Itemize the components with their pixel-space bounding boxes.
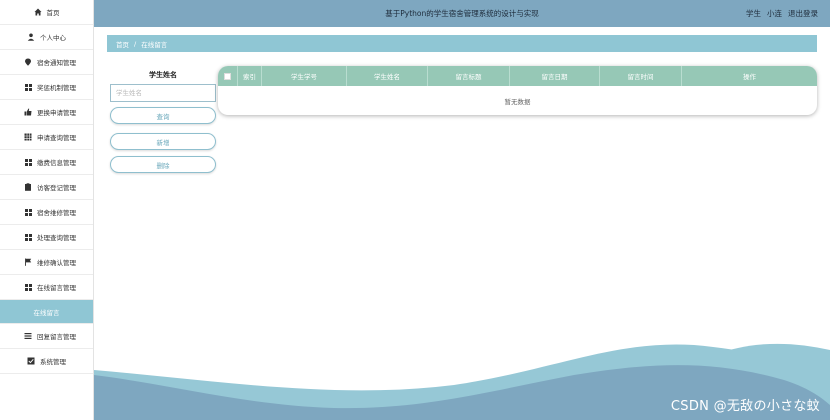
- breadcrumb-current: 在线留言: [141, 40, 168, 49]
- table-header: 索引 学生学号 学生姓名 留言标题 留言日期 留言时间 操作: [218, 66, 817, 86]
- sidebar-item-label: 处理查询管理: [37, 234, 76, 242]
- sidebar-item-label: 申请查询管理: [37, 134, 76, 142]
- sidebar-item-visitor[interactable]: 访客登记管理: [0, 175, 93, 200]
- top-header: 基于Python的学生宿舍管理系统的设计与实现 学生 小连 退出登录: [94, 0, 830, 27]
- sidebar-item-label: 首页: [46, 9, 60, 17]
- user-area: 学生 小连 退出登录: [746, 8, 818, 19]
- sidebar-item-repair-confirm[interactable]: 维修确认管理: [0, 250, 93, 275]
- sidebar-item-label: 回复留言管理: [37, 333, 76, 341]
- select-all-cell: [218, 66, 238, 86]
- sidebar-subitem-label: 在线留言: [33, 308, 60, 317]
- student-name-input[interactable]: [110, 84, 216, 102]
- checkbox-icon: [27, 357, 35, 365]
- sidebar-item-reply[interactable]: 回复留言管理: [0, 324, 93, 349]
- watermark: CSDN @无敌の小さな蚊: [670, 399, 820, 414]
- breadcrumb-separator: /: [134, 39, 137, 48]
- delete-button[interactable]: 删除: [110, 156, 216, 173]
- sidebar-subitem-online-message[interactable]: 在线留言: [0, 300, 93, 324]
- select-all-checkbox[interactable]: [224, 72, 231, 80]
- sidebar-item-label: 访客登记管理: [37, 184, 76, 192]
- logout-link[interactable]: 退出登录: [788, 8, 818, 19]
- sidebar-item-process-query[interactable]: 处理查询管理: [0, 225, 93, 250]
- empty-state: 暂无数据: [504, 97, 531, 106]
- sidebar-item-home[interactable]: 首页: [0, 0, 93, 25]
- grid-icon: [24, 208, 32, 216]
- column-header: 操作: [743, 73, 756, 81]
- column-header: 留言时间: [600, 66, 682, 86]
- person-icon: [27, 33, 35, 41]
- table-icon: [24, 133, 32, 141]
- sidebar: 首页 个人中心 宿舍通知管理 奖惩机制管理 更换申请管理 申请查询管理 缴费信息…: [0, 0, 94, 420]
- app-title: 基于Python的学生宿舍管理系统的设计与实现: [385, 9, 539, 18]
- message-table: 索引 学生学号 学生姓名 留言标题 留言日期 留言时间 操作 暂无数据: [218, 66, 817, 115]
- sidebar-item-label: 奖惩机制管理: [37, 84, 76, 92]
- clipboard-icon: [24, 183, 32, 191]
- user-name: 小连: [767, 9, 782, 18]
- grid-icon: [24, 158, 32, 166]
- sidebar-item-label: 更换申请管理: [37, 109, 76, 117]
- sidebar-item-label: 维修确认管理: [37, 259, 76, 267]
- sidebar-item-payment[interactable]: 缴费信息管理: [0, 150, 93, 175]
- sidebar-item-label: 宿舍通知管理: [37, 59, 76, 67]
- column-header: 学生学号: [262, 66, 347, 86]
- column-header: 索引: [238, 66, 262, 86]
- sidebar-item-label: 缴费信息管理: [37, 159, 76, 167]
- grid-icon: [24, 283, 32, 291]
- list-icon: [24, 332, 32, 340]
- sidebar-item-request-query[interactable]: 申请查询管理: [0, 125, 93, 150]
- column-header: 留言日期: [510, 66, 600, 86]
- flag-icon: [24, 258, 32, 266]
- column-header: 留言标题: [428, 66, 510, 86]
- student-name-label: 学生姓名: [149, 71, 177, 79]
- sidebar-item-reward-punish[interactable]: 奖惩机制管理: [0, 75, 93, 100]
- user-role: 学生: [746, 9, 761, 18]
- thumbs-up-icon: [24, 108, 32, 116]
- sidebar-item-system[interactable]: 系统管理: [0, 349, 93, 374]
- breadcrumb: 首页 / 在线留言: [107, 35, 817, 52]
- grid-icon: [24, 83, 32, 91]
- add-button[interactable]: 新增: [110, 133, 216, 150]
- sidebar-item-change-request[interactable]: 更换申请管理: [0, 100, 93, 125]
- pin-icon: [24, 58, 32, 66]
- sidebar-item-message[interactable]: 在线留言管理: [0, 275, 93, 300]
- sidebar-item-label: 系统管理: [40, 358, 66, 366]
- sidebar-item-label: 个人中心: [40, 34, 66, 42]
- column-header: 学生姓名: [347, 66, 428, 86]
- sidebar-item-profile[interactable]: 个人中心: [0, 25, 93, 50]
- sidebar-item-label: 在线留言管理: [37, 284, 76, 292]
- grid-icon: [24, 233, 32, 241]
- sidebar-item-label: 宿舍维修管理: [37, 209, 76, 217]
- sidebar-item-dorm-notice[interactable]: 宿舍通知管理: [0, 50, 93, 75]
- sidebar-item-repair[interactable]: 宿舍维修管理: [0, 200, 93, 225]
- home-icon: [34, 8, 42, 16]
- breadcrumb-home[interactable]: 首页: [116, 39, 129, 49]
- query-button[interactable]: 查询: [110, 107, 216, 124]
